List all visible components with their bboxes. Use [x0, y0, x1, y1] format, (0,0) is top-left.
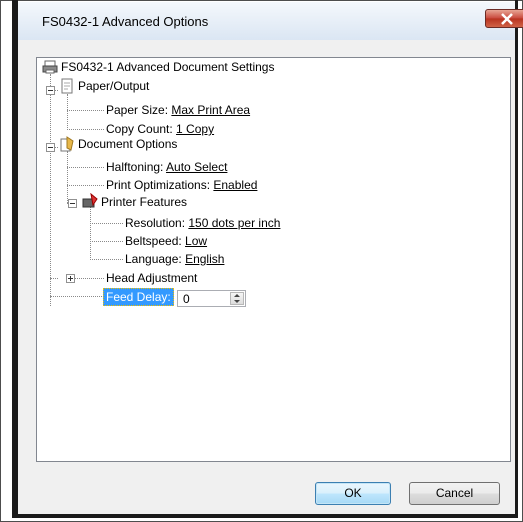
tree-line	[90, 223, 123, 225]
print-optimizations-value[interactable]: Enabled	[213, 178, 257, 192]
close-button[interactable]	[485, 9, 523, 28]
halftoning-label: Halftoning:	[106, 160, 167, 174]
copy-count-label: Copy Count:	[106, 122, 177, 136]
tree-line	[50, 74, 52, 306]
collapse-icon[interactable]	[68, 199, 77, 208]
printer-features-icon	[82, 192, 98, 209]
tree-root-label[interactable]: FS0432-1 Advanced Document Settings	[61, 59, 274, 75]
tree-item-resolution[interactable]: Resolution: 150 dots per inch	[125, 215, 280, 231]
tree-item-feed-delay[interactable]: Feed Delay:	[103, 288, 174, 306]
tree-item-language[interactable]: Language: English	[125, 251, 224, 267]
collapse-icon[interactable]	[46, 143, 55, 152]
ok-button[interactable]: OK	[315, 482, 391, 505]
beltspeed-label: Beltspeed:	[125, 234, 186, 248]
tree-line	[90, 259, 123, 261]
title-bar[interactable]: FS0432-1 Advanced Options	[18, 2, 523, 40]
tree-line	[50, 278, 58, 280]
tree-item-paper-output[interactable]: Paper/Output	[78, 78, 149, 94]
tree-item-beltspeed[interactable]: Beltspeed: Low	[125, 233, 207, 249]
feed-delay-value[interactable]: 0	[183, 292, 190, 306]
document-options-icon	[59, 136, 75, 152]
resolution-value[interactable]: 150 dots per inch	[188, 216, 280, 230]
printer-icon	[42, 59, 58, 75]
close-icon	[501, 13, 513, 25]
paper-size-label: Paper Size:	[106, 103, 172, 117]
window-title: FS0432-1 Advanced Options	[42, 14, 209, 29]
tree-line	[67, 94, 69, 130]
resolution-label: Resolution:	[125, 216, 189, 230]
spin-down-icon[interactable]	[234, 300, 240, 303]
beltspeed-value[interactable]: Low	[185, 234, 207, 248]
tree-item-print-optimizations[interactable]: Print Optimizations: Enabled	[106, 177, 257, 193]
tree-line	[67, 110, 104, 112]
language-value[interactable]: English	[185, 252, 224, 266]
tree-line	[90, 241, 123, 243]
cancel-button[interactable]: Cancel	[409, 482, 500, 505]
spin-buttons[interactable]	[230, 292, 244, 305]
tree-item-head-adjustment[interactable]: Head Adjustment	[106, 270, 197, 286]
tree-item-printer-features[interactable]: Printer Features	[101, 194, 187, 210]
feed-delay-stepper[interactable]: 0	[177, 290, 246, 307]
tree-item-copy-count[interactable]: Copy Count: 1 Copy	[106, 121, 214, 137]
tree-line	[67, 167, 104, 169]
settings-tree[interactable]: FS0432-1 Advanced Document Settings Pape…	[36, 57, 511, 462]
language-label: Language:	[125, 252, 186, 266]
tree-line	[67, 185, 104, 187]
collapse-icon[interactable]	[46, 86, 55, 95]
tree-line	[50, 296, 102, 298]
paper-size-value[interactable]: Max Print Area	[171, 103, 250, 117]
copy-count-value[interactable]: 1 Copy	[176, 122, 214, 136]
halftoning-value[interactable]: Auto Select	[166, 160, 227, 174]
tree-item-document-options[interactable]: Document Options	[78, 136, 177, 152]
tree-line	[90, 207, 92, 260]
tree-item-paper-size[interactable]: Paper Size: Max Print Area	[106, 102, 250, 118]
spin-up-icon[interactable]	[234, 294, 240, 297]
tree-line	[67, 129, 104, 131]
expand-icon[interactable]	[66, 274, 75, 283]
tree-item-halftoning[interactable]: Halftoning: Auto Select	[106, 159, 227, 175]
tree-line	[71, 278, 104, 280]
print-optimizations-label: Print Optimizations:	[106, 178, 214, 192]
paper-icon	[59, 78, 75, 94]
tree-line	[67, 151, 69, 203]
